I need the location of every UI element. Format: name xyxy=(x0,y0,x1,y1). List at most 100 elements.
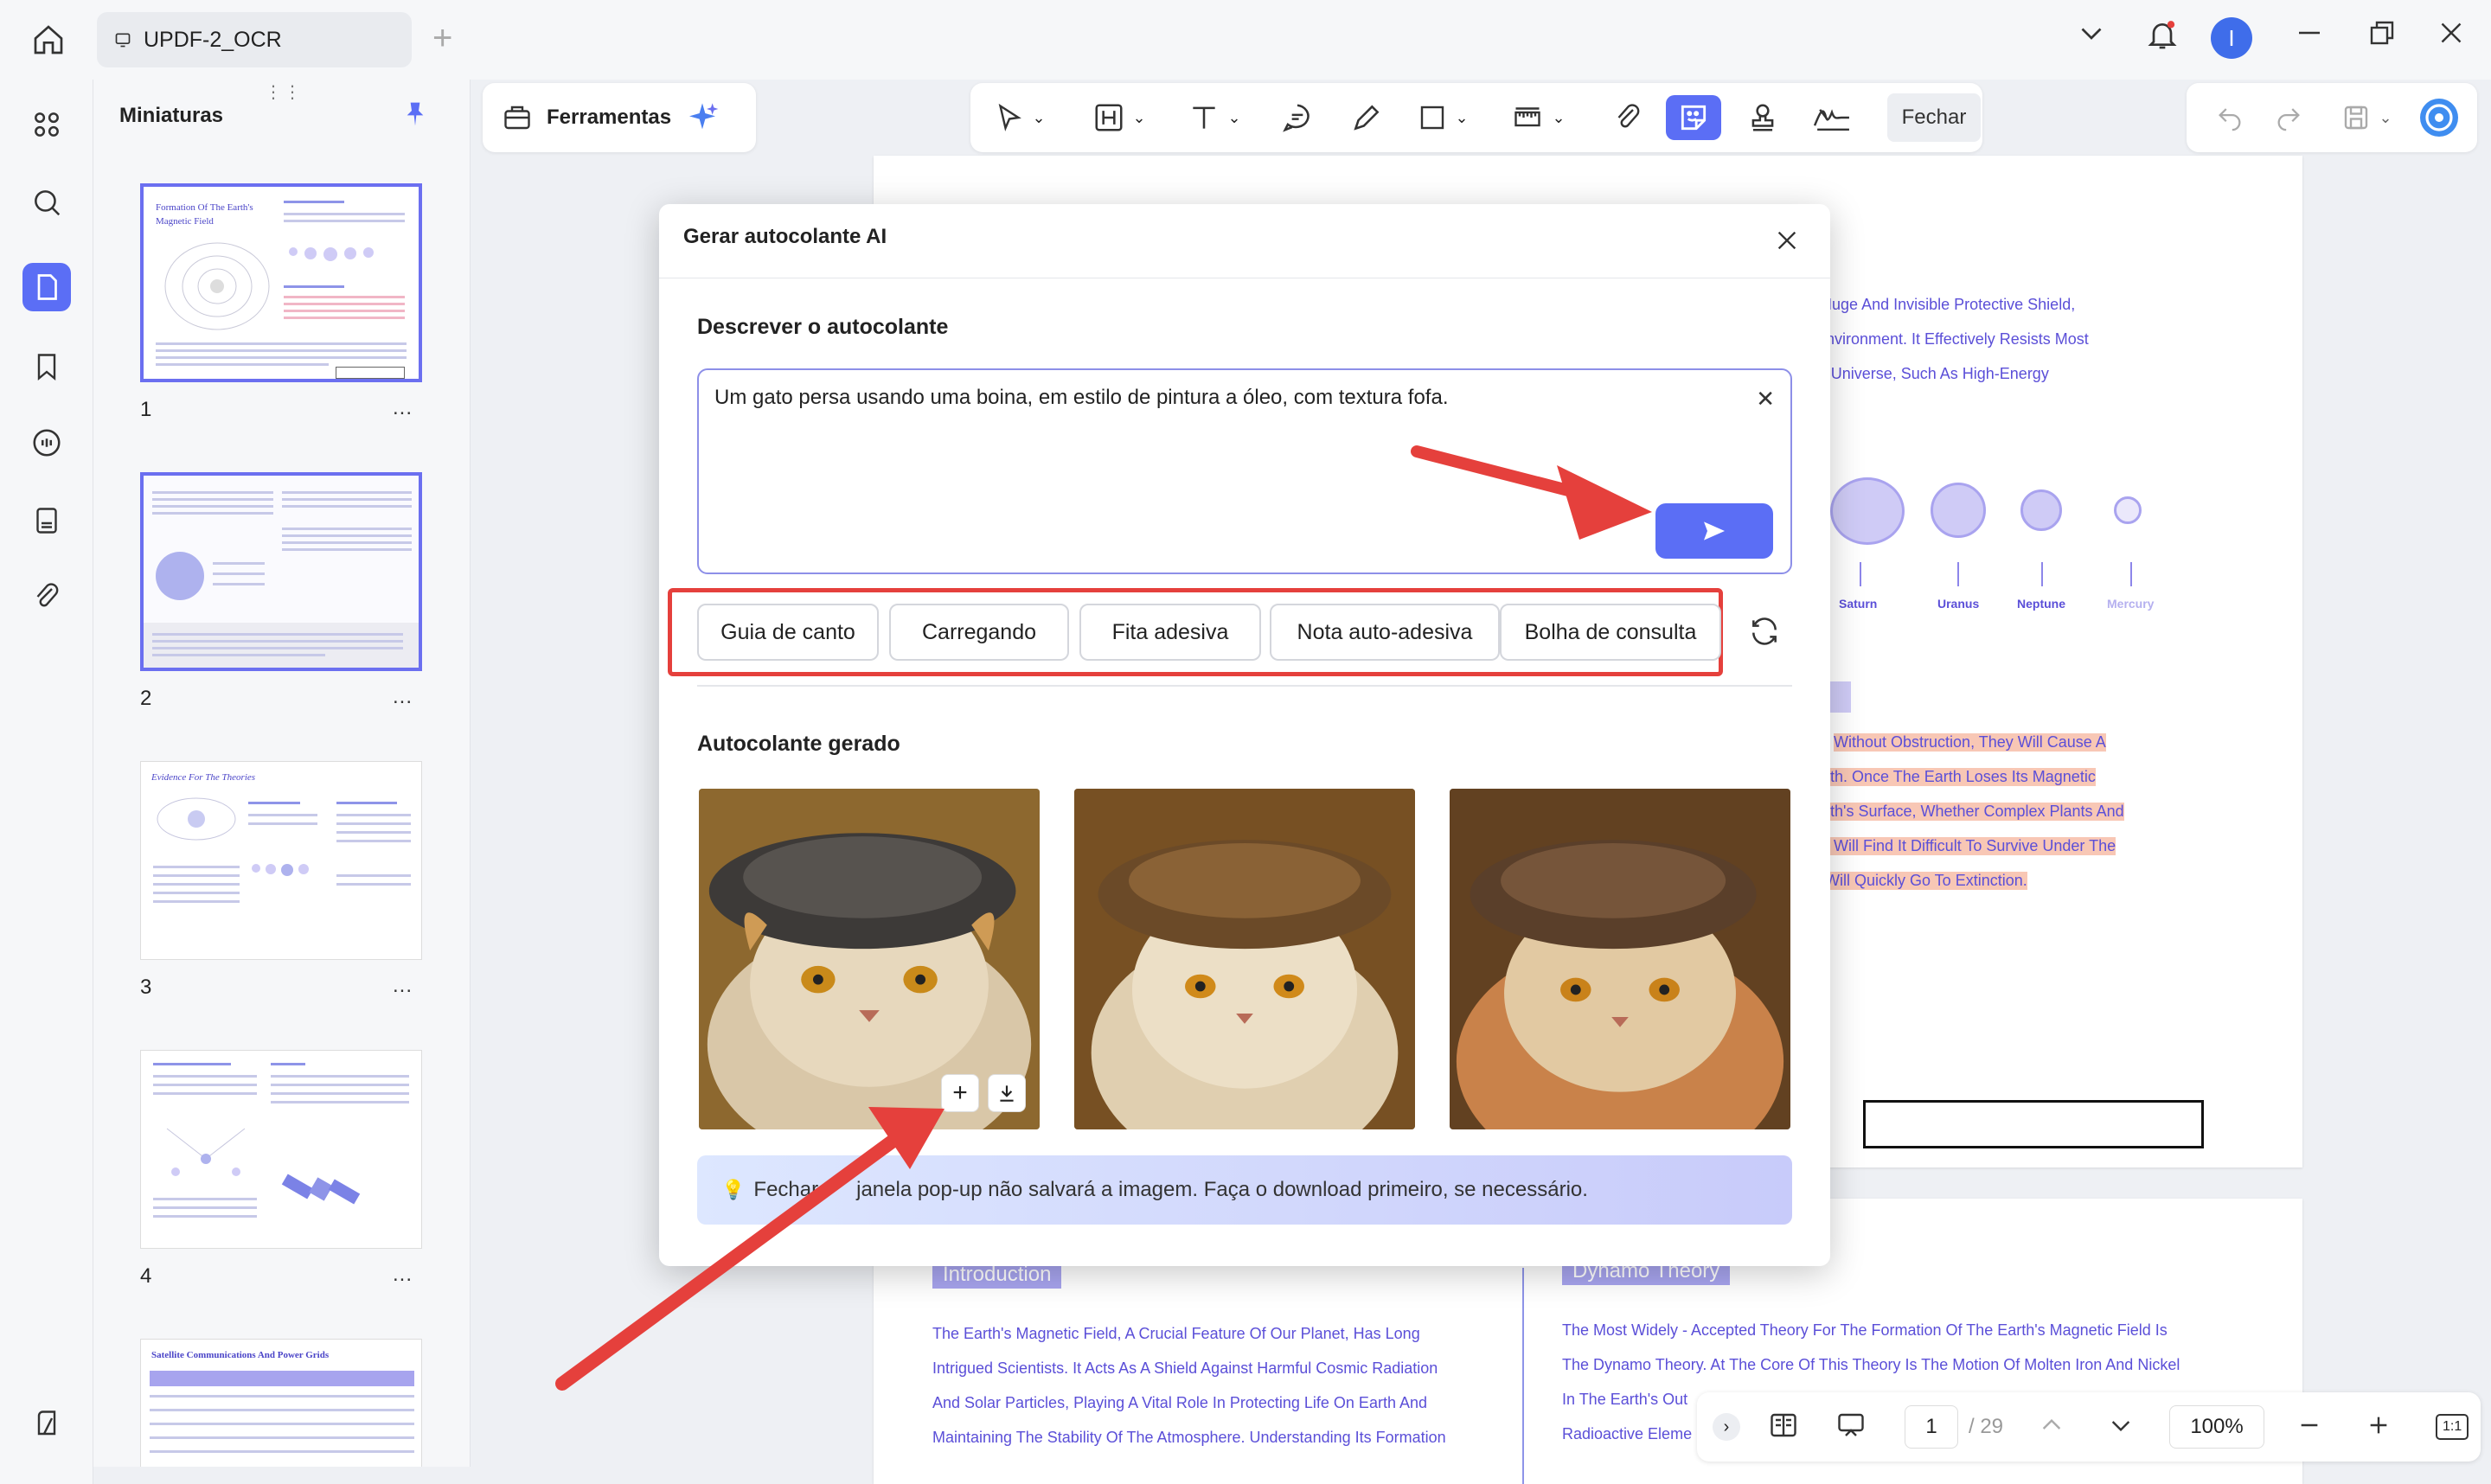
page-text-line: The Most Widely - Accepted Theory For Th… xyxy=(1562,1321,2168,1339)
pen-tool-button[interactable] xyxy=(1342,95,1391,140)
thumbnail-more-button[interactable]: ... xyxy=(393,685,413,709)
chevron-down-icon: ⌄ xyxy=(1032,108,1046,126)
home-icon[interactable] xyxy=(28,19,69,61)
restore-icon[interactable] xyxy=(2366,17,2398,48)
send-button[interactable] xyxy=(1655,503,1773,559)
presentation-icon[interactable] xyxy=(1834,1410,1868,1445)
thumbnail-page-4[interactable] xyxy=(140,1050,422,1249)
page-text-line: Radioactive Eleme xyxy=(1562,1425,1693,1442)
tools-button[interactable]: Ferramentas xyxy=(483,83,756,152)
sticker-icon xyxy=(1681,105,1707,131)
thumbnails-icon[interactable] xyxy=(22,263,71,311)
ai-sparkle-icon[interactable] xyxy=(685,100,720,135)
highlighted-text-line: rth's Surface, Whether Complex Plants An… xyxy=(1825,803,2124,821)
thumbnail-more-button[interactable]: ... xyxy=(393,974,413,998)
previous-page-icon[interactable] xyxy=(2038,1411,2065,1443)
zoom-out-icon[interactable] xyxy=(2296,1411,2323,1443)
download-icon[interactable] xyxy=(988,1074,1026,1112)
thumbnail-page-5[interactable]: Satellite Communications And Power Grids xyxy=(140,1339,422,1467)
generated-sticker-image-2[interactable] xyxy=(1074,789,1415,1129)
zoom-level[interactable]: 100% xyxy=(2169,1405,2265,1449)
pin-icon[interactable] xyxy=(401,99,429,134)
page-number-input[interactable]: 1 xyxy=(1905,1405,1958,1449)
signature-icon xyxy=(1813,109,1849,131)
divider xyxy=(697,685,1792,687)
zoom-in-icon[interactable] xyxy=(2365,1411,2392,1443)
planet-label: Uranus xyxy=(1937,597,1980,611)
document-tab[interactable]: UPDF-2_OCR xyxy=(97,12,412,67)
ai-assistant-icon[interactable] xyxy=(2415,95,2463,140)
refresh-icon[interactable] xyxy=(1744,611,1785,652)
thumbnails-title: Miniaturas xyxy=(119,104,224,127)
planet-label: Mercury xyxy=(2107,597,2155,611)
title-bar: UPDF-2_OCR + I xyxy=(0,0,2491,80)
close-tools-button[interactable]: Fechar xyxy=(1887,93,1981,142)
panel-drag-handle[interactable]: ⋮⋮ xyxy=(265,81,303,103)
layers-icon[interactable] xyxy=(22,1399,71,1448)
thumbnail-title: Formation Of The Earth's Magnetic Field xyxy=(156,202,253,227)
annotation-toolbar: ⌄ ⌄ ⌄ ⌄ ⌄ Fechar xyxy=(970,83,1982,152)
history-toolbar: ⌄ xyxy=(2187,83,2477,152)
thumbnail-page-1[interactable]: Formation Of The Earth's Magnetic Field xyxy=(140,183,422,382)
sticker-prompt-input[interactable]: Um gato persa usando uma boina, em estil… xyxy=(697,368,1792,574)
attachment-icon[interactable] xyxy=(22,572,71,621)
user-avatar[interactable]: I xyxy=(2211,17,2252,59)
form-icon[interactable] xyxy=(22,496,71,545)
page-text-line: And Solar Particles, Playing A Vital Rol… xyxy=(932,1394,1427,1411)
style-chip-loading[interactable]: Carregando xyxy=(889,604,1069,661)
highlighted-text-line: Will Quickly Go To Extinction. xyxy=(1825,872,2027,890)
empty-text-box[interactable] xyxy=(1863,1100,2204,1148)
add-tab-button[interactable]: + xyxy=(432,21,452,55)
clear-icon[interactable]: ✕ xyxy=(1756,386,1775,413)
comment-tool-button[interactable] xyxy=(1273,95,1322,140)
notification-bell-icon[interactable] xyxy=(2145,17,2180,52)
bookmark-icon[interactable] xyxy=(22,342,71,391)
chevron-down-icon[interactable] xyxy=(2076,17,2107,48)
chevron-down-icon: ⌄ xyxy=(1132,108,1146,126)
info-banner: 💡 Fechar janela pop-up não salvará a ima… xyxy=(697,1155,1792,1225)
planet-tick xyxy=(1957,562,1959,586)
style-chip-tape[interactable]: Fita adesiva xyxy=(1079,604,1261,661)
heading-icon xyxy=(1095,104,1123,131)
search-icon[interactable] xyxy=(22,178,71,227)
redo-icon[interactable] xyxy=(2264,95,2313,140)
reading-mode-icon[interactable] xyxy=(1766,1410,1801,1445)
thumbnail-page-2[interactable] xyxy=(140,472,422,671)
rectangle-icon xyxy=(1421,106,1444,130)
style-chip-speech-bubble[interactable]: Bolha de consulta xyxy=(1500,604,1721,661)
info-text-start: Fechar xyxy=(753,1178,819,1201)
expand-icon[interactable]: › xyxy=(1713,1413,1740,1441)
page-total: / 29 xyxy=(1969,1415,2004,1438)
stamp-tool-button[interactable] xyxy=(1739,95,1787,140)
sticker-tool-button[interactable] xyxy=(1666,95,1721,140)
minimize-icon[interactable] xyxy=(2294,17,2325,48)
next-page-icon[interactable] xyxy=(2107,1411,2135,1443)
apps-grid-icon[interactable] xyxy=(22,100,71,149)
add-sticker-button[interactable]: + xyxy=(941,1074,979,1112)
style-chip-sticky-note[interactable]: Nota auto-adesiva xyxy=(1270,604,1500,661)
thumbnail-page-3[interactable]: Evidence For The Theories xyxy=(140,761,422,960)
attach-tool-button[interactable] xyxy=(1604,95,1652,140)
generated-sticker-image-3[interactable] xyxy=(1450,789,1790,1129)
text-tool-button[interactable]: ⌄ xyxy=(1181,95,1247,140)
select-tool-button[interactable]: ⌄ xyxy=(989,95,1050,140)
thumbnail-more-button[interactable]: ... xyxy=(393,1263,413,1287)
shape-tool-button[interactable]: ⌄ xyxy=(1410,95,1476,140)
planet-label: Neptune xyxy=(2017,597,2065,611)
signature-tool-button[interactable] xyxy=(1804,95,1860,140)
planet-label: Saturn xyxy=(1839,597,1878,611)
send-icon xyxy=(1704,521,1725,541)
comments-icon[interactable] xyxy=(22,419,71,467)
text-icon xyxy=(1193,106,1216,129)
close-window-icon[interactable] xyxy=(2436,17,2467,48)
save-icon[interactable]: ⌄ xyxy=(2332,95,2401,140)
style-chip-corner-guide[interactable]: Guia de canto xyxy=(697,604,879,661)
measure-tool-button[interactable]: ⌄ xyxy=(1505,95,1571,140)
highlight-tool-button[interactable]: ⌄ xyxy=(1086,95,1152,140)
thumbnail-more-button[interactable]: ... xyxy=(393,396,413,420)
highlighted-text-line: , Will Find It Difficult To Survive Unde… xyxy=(1825,837,2116,855)
dialog-title: Gerar autocolante AI xyxy=(683,225,887,248)
actual-size-button[interactable]: 1:1 xyxy=(2436,1414,2469,1440)
close-icon[interactable] xyxy=(1768,221,1806,259)
undo-icon[interactable] xyxy=(2206,95,2254,140)
